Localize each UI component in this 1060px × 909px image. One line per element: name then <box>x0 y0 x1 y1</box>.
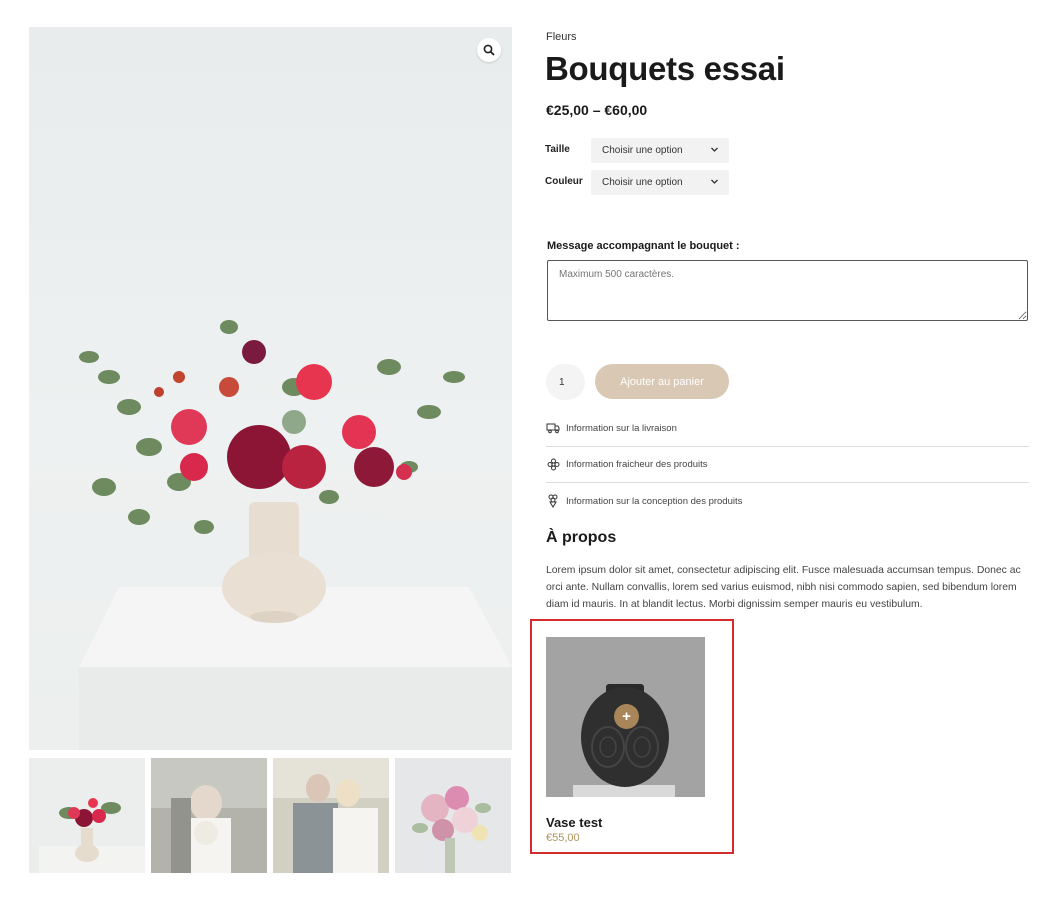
product-main-image[interactable] <box>29 27 512 750</box>
gallery-thumbnails <box>29 758 512 873</box>
truck-icon <box>546 423 560 434</box>
bouquet-icon <box>548 494 558 508</box>
variation-label-couleur: Couleur <box>545 176 583 187</box>
variation-label-taille: Taille <box>545 144 570 155</box>
select-couleur[interactable]: Choisir une option <box>591 170 729 195</box>
info-freshness-label: Information fraicheur des produits <box>566 458 708 470</box>
product-price-range: €25,00 – €60,00 <box>546 102 648 118</box>
flower-icon <box>547 458 559 470</box>
about-heading: À propos <box>546 529 617 546</box>
bouquet-in-vase-image <box>79 320 512 750</box>
info-design[interactable]: Information sur la conception des produi… <box>546 483 1029 519</box>
add-to-cart-button[interactable]: Ajouter au panier <box>595 364 729 399</box>
thumbnail-wedding-couple-embrace[interactable] <box>273 758 389 873</box>
select-couleur-value: Choisir une option <box>602 177 683 188</box>
quantity-input[interactable]: 1 <box>546 364 585 400</box>
info-freshness[interactable]: Information fraicheur des produits <box>546 446 1029 482</box>
thumbnail-pink-bouquet[interactable] <box>395 758 511 873</box>
chevron-down-icon <box>711 179 718 184</box>
info-delivery-label: Information sur la livraison <box>566 422 677 434</box>
product-title: Bouquets essai <box>545 50 785 87</box>
thumbnail-bouquet-vase[interactable] <box>29 758 145 873</box>
magnifier-icon <box>483 44 495 56</box>
gift-message-textarea[interactable] <box>547 260 1028 321</box>
about-description: Lorem ipsum dolor sit amet, consectetur … <box>546 565 1021 610</box>
related-product-name[interactable]: Vase test <box>546 815 602 830</box>
info-delivery[interactable]: Information sur la livraison <box>546 410 1029 446</box>
gift-message-label: Message accompagnant le bouquet : <box>547 240 740 252</box>
zoom-button[interactable] <box>477 38 501 62</box>
related-product-price: €55,00 <box>546 832 580 844</box>
select-taille-value: Choisir une option <box>602 145 683 156</box>
product-category[interactable]: Fleurs <box>546 31 577 43</box>
chevron-down-icon <box>711 147 718 152</box>
info-design-label: Information sur la conception des produi… <box>566 495 743 507</box>
thumbnail-wedding-couple-bouquet[interactable] <box>151 758 267 873</box>
quick-add-button[interactable]: + <box>614 704 639 729</box>
select-taille[interactable]: Choisir une option <box>591 138 729 163</box>
